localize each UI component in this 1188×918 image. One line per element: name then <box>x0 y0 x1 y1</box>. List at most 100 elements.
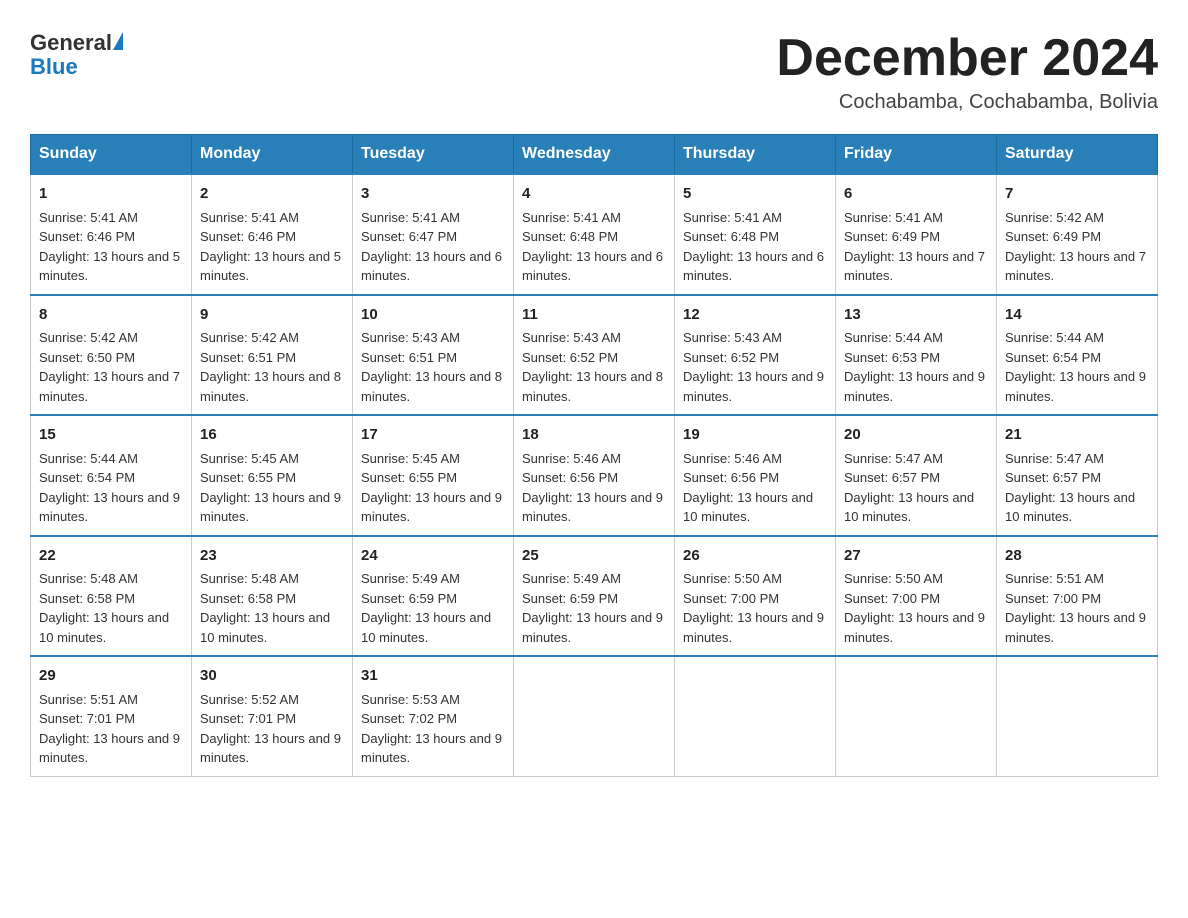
day-number: 26 <box>683 545 827 568</box>
logo-triangle-icon <box>113 32 123 50</box>
day-number: 31 <box>361 665 505 688</box>
day-number: 24 <box>361 545 505 568</box>
calendar-header-tuesday: Tuesday <box>353 135 514 175</box>
day-number: 5 <box>683 183 827 206</box>
day-info: Sunrise: 5:43 AMSunset: 6:51 PMDaylight:… <box>361 330 502 404</box>
week-row-4: 22 Sunrise: 5:48 AMSunset: 6:58 PMDaylig… <box>31 536 1158 657</box>
day-info: Sunrise: 5:43 AMSunset: 6:52 PMDaylight:… <box>522 330 663 404</box>
calendar-cell: 29 Sunrise: 5:51 AMSunset: 7:01 PMDaylig… <box>31 656 192 776</box>
day-info: Sunrise: 5:46 AMSunset: 6:56 PMDaylight:… <box>522 451 663 525</box>
day-number: 11 <box>522 304 666 327</box>
day-info: Sunrise: 5:45 AMSunset: 6:55 PMDaylight:… <box>200 451 341 525</box>
day-number: 7 <box>1005 183 1149 206</box>
location-subtitle: Cochabamba, Cochabamba, Bolivia <box>776 91 1158 114</box>
calendar-cell <box>997 656 1158 776</box>
day-number: 21 <box>1005 424 1149 447</box>
calendar-cell: 13 Sunrise: 5:44 AMSunset: 6:53 PMDaylig… <box>836 295 997 416</box>
day-number: 13 <box>844 304 988 327</box>
calendar-cell: 5 Sunrise: 5:41 AMSunset: 6:48 PMDayligh… <box>675 174 836 295</box>
day-number: 2 <box>200 183 344 206</box>
day-info: Sunrise: 5:49 AMSunset: 6:59 PMDaylight:… <box>361 571 491 645</box>
calendar-cell: 19 Sunrise: 5:46 AMSunset: 6:56 PMDaylig… <box>675 415 836 536</box>
calendar-cell: 23 Sunrise: 5:48 AMSunset: 6:58 PMDaylig… <box>192 536 353 657</box>
day-number: 30 <box>200 665 344 688</box>
day-info: Sunrise: 5:41 AMSunset: 6:46 PMDaylight:… <box>39 210 180 284</box>
day-number: 4 <box>522 183 666 206</box>
calendar-cell <box>514 656 675 776</box>
day-info: Sunrise: 5:41 AMSunset: 6:46 PMDaylight:… <box>200 210 341 284</box>
calendar-header-monday: Monday <box>192 135 353 175</box>
day-info: Sunrise: 5:51 AMSunset: 7:01 PMDaylight:… <box>39 692 180 766</box>
calendar-cell: 20 Sunrise: 5:47 AMSunset: 6:57 PMDaylig… <box>836 415 997 536</box>
calendar-cell: 3 Sunrise: 5:41 AMSunset: 6:47 PMDayligh… <box>353 174 514 295</box>
day-info: Sunrise: 5:47 AMSunset: 6:57 PMDaylight:… <box>844 451 974 525</box>
day-number: 22 <box>39 545 183 568</box>
day-info: Sunrise: 5:45 AMSunset: 6:55 PMDaylight:… <box>361 451 502 525</box>
day-info: Sunrise: 5:41 AMSunset: 6:48 PMDaylight:… <box>522 210 663 284</box>
calendar-header-thursday: Thursday <box>675 135 836 175</box>
calendar-cell: 6 Sunrise: 5:41 AMSunset: 6:49 PMDayligh… <box>836 174 997 295</box>
calendar-header-saturday: Saturday <box>997 135 1158 175</box>
day-number: 20 <box>844 424 988 447</box>
week-row-2: 8 Sunrise: 5:42 AMSunset: 6:50 PMDayligh… <box>31 295 1158 416</box>
day-info: Sunrise: 5:48 AMSunset: 6:58 PMDaylight:… <box>39 571 169 645</box>
day-info: Sunrise: 5:46 AMSunset: 6:56 PMDaylight:… <box>683 451 813 525</box>
logo: General Blue <box>30 30 123 78</box>
day-info: Sunrise: 5:44 AMSunset: 6:53 PMDaylight:… <box>844 330 985 404</box>
calendar-header-sunday: Sunday <box>31 135 192 175</box>
day-number: 12 <box>683 304 827 327</box>
calendar-cell: 18 Sunrise: 5:46 AMSunset: 6:56 PMDaylig… <box>514 415 675 536</box>
day-number: 15 <box>39 424 183 447</box>
calendar-cell: 4 Sunrise: 5:41 AMSunset: 6:48 PMDayligh… <box>514 174 675 295</box>
day-info: Sunrise: 5:50 AMSunset: 7:00 PMDaylight:… <box>683 571 824 645</box>
calendar-cell <box>675 656 836 776</box>
day-number: 16 <box>200 424 344 447</box>
day-info: Sunrise: 5:50 AMSunset: 7:00 PMDaylight:… <box>844 571 985 645</box>
month-title: December 2024 <box>776 30 1158 87</box>
calendar-header-row: SundayMondayTuesdayWednesdayThursdayFrid… <box>31 135 1158 175</box>
calendar-cell: 15 Sunrise: 5:44 AMSunset: 6:54 PMDaylig… <box>31 415 192 536</box>
calendar-cell: 10 Sunrise: 5:43 AMSunset: 6:51 PMDaylig… <box>353 295 514 416</box>
calendar-cell: 31 Sunrise: 5:53 AMSunset: 7:02 PMDaylig… <box>353 656 514 776</box>
calendar-cell: 16 Sunrise: 5:45 AMSunset: 6:55 PMDaylig… <box>192 415 353 536</box>
day-number: 1 <box>39 183 183 206</box>
day-number: 19 <box>683 424 827 447</box>
day-info: Sunrise: 5:52 AMSunset: 7:01 PMDaylight:… <box>200 692 341 766</box>
day-number: 10 <box>361 304 505 327</box>
day-number: 23 <box>200 545 344 568</box>
day-info: Sunrise: 5:42 AMSunset: 6:50 PMDaylight:… <box>39 330 180 404</box>
calendar-cell: 22 Sunrise: 5:48 AMSunset: 6:58 PMDaylig… <box>31 536 192 657</box>
calendar-cell: 24 Sunrise: 5:49 AMSunset: 6:59 PMDaylig… <box>353 536 514 657</box>
day-info: Sunrise: 5:42 AMSunset: 6:49 PMDaylight:… <box>1005 210 1146 284</box>
week-row-1: 1 Sunrise: 5:41 AMSunset: 6:46 PMDayligh… <box>31 174 1158 295</box>
day-info: Sunrise: 5:51 AMSunset: 7:00 PMDaylight:… <box>1005 571 1146 645</box>
day-info: Sunrise: 5:48 AMSunset: 6:58 PMDaylight:… <box>200 571 330 645</box>
week-row-5: 29 Sunrise: 5:51 AMSunset: 7:01 PMDaylig… <box>31 656 1158 776</box>
day-info: Sunrise: 5:41 AMSunset: 6:47 PMDaylight:… <box>361 210 502 284</box>
day-number: 8 <box>39 304 183 327</box>
day-number: 3 <box>361 183 505 206</box>
calendar-header-wednesday: Wednesday <box>514 135 675 175</box>
calendar-cell: 2 Sunrise: 5:41 AMSunset: 6:46 PMDayligh… <box>192 174 353 295</box>
day-info: Sunrise: 5:41 AMSunset: 6:48 PMDaylight:… <box>683 210 824 284</box>
day-info: Sunrise: 5:53 AMSunset: 7:02 PMDaylight:… <box>361 692 502 766</box>
calendar-cell: 14 Sunrise: 5:44 AMSunset: 6:54 PMDaylig… <box>997 295 1158 416</box>
calendar-cell: 9 Sunrise: 5:42 AMSunset: 6:51 PMDayligh… <box>192 295 353 416</box>
calendar-cell: 11 Sunrise: 5:43 AMSunset: 6:52 PMDaylig… <box>514 295 675 416</box>
calendar-table: SundayMondayTuesdayWednesdayThursdayFrid… <box>30 134 1158 777</box>
calendar-cell: 17 Sunrise: 5:45 AMSunset: 6:55 PMDaylig… <box>353 415 514 536</box>
day-info: Sunrise: 5:41 AMSunset: 6:49 PMDaylight:… <box>844 210 985 284</box>
day-number: 6 <box>844 183 988 206</box>
calendar-cell: 1 Sunrise: 5:41 AMSunset: 6:46 PMDayligh… <box>31 174 192 295</box>
logo-general-text: General <box>30 30 112 56</box>
calendar-cell: 7 Sunrise: 5:42 AMSunset: 6:49 PMDayligh… <box>997 174 1158 295</box>
day-info: Sunrise: 5:47 AMSunset: 6:57 PMDaylight:… <box>1005 451 1135 525</box>
day-number: 18 <box>522 424 666 447</box>
day-number: 9 <box>200 304 344 327</box>
calendar-cell: 21 Sunrise: 5:47 AMSunset: 6:57 PMDaylig… <box>997 415 1158 536</box>
day-info: Sunrise: 5:44 AMSunset: 6:54 PMDaylight:… <box>1005 330 1146 404</box>
calendar-cell: 27 Sunrise: 5:50 AMSunset: 7:00 PMDaylig… <box>836 536 997 657</box>
day-info: Sunrise: 5:49 AMSunset: 6:59 PMDaylight:… <box>522 571 663 645</box>
day-info: Sunrise: 5:44 AMSunset: 6:54 PMDaylight:… <box>39 451 180 525</box>
day-number: 27 <box>844 545 988 568</box>
